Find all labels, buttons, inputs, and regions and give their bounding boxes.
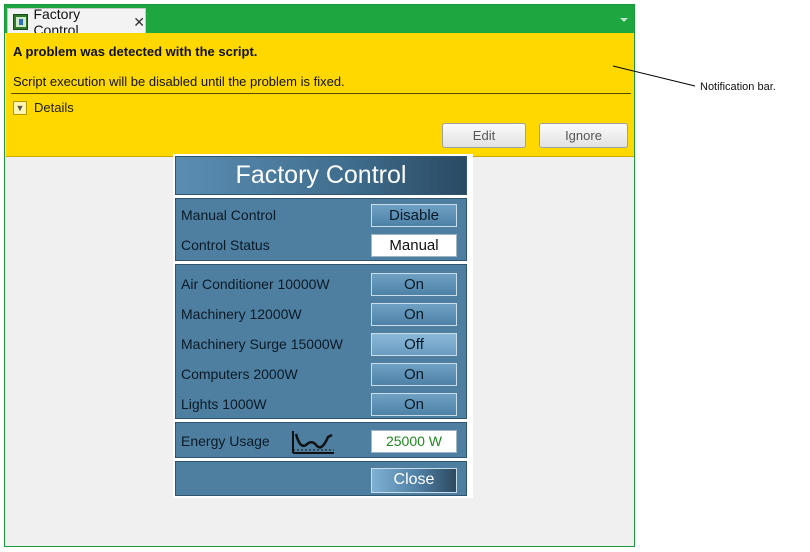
- callout-pointer-line: [612, 65, 696, 87]
- notification-bar-callout: Notification bar.: [700, 81, 776, 93]
